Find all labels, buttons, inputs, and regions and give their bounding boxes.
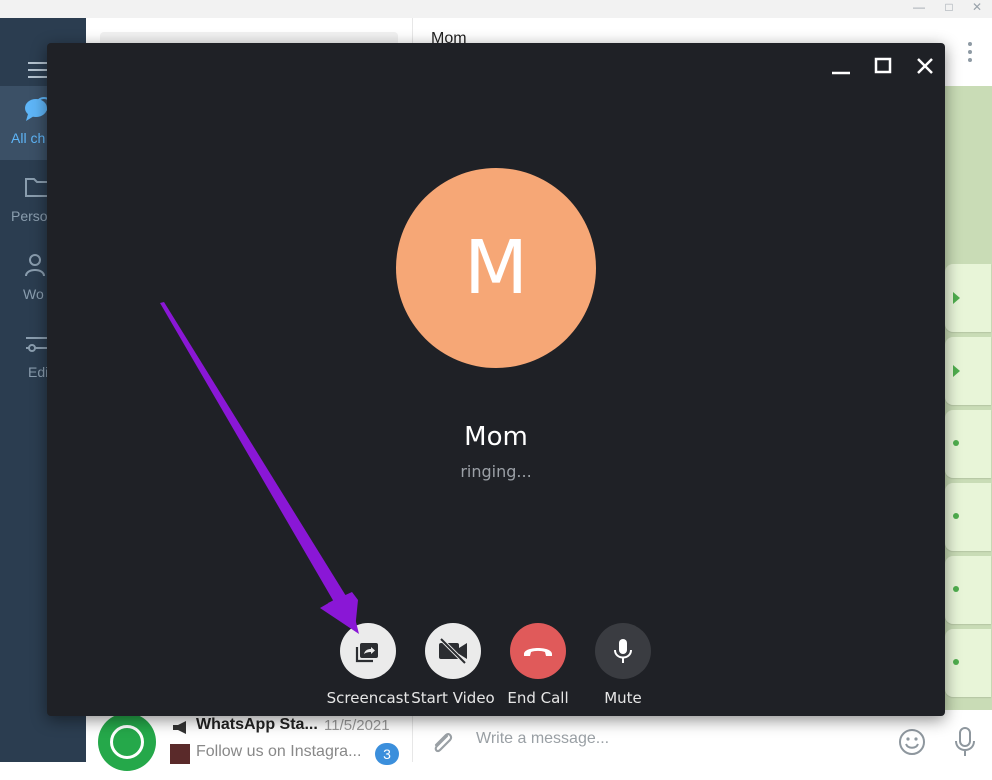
end-call-button[interactable] xyxy=(510,623,566,679)
mute-button[interactable] xyxy=(595,623,651,679)
mute-label: Mute xyxy=(604,689,642,707)
caller-avatar: M xyxy=(396,168,596,368)
screencast-icon xyxy=(355,643,378,663)
voice-message-icon[interactable] xyxy=(953,726,977,758)
call-status: ringing... xyxy=(460,462,532,481)
folder-label: All ch xyxy=(11,130,46,146)
chat-list-item[interactable]: WhatsApp Sta... 11/5/2021 Follow us on I… xyxy=(86,710,412,780)
message-bubble[interactable] xyxy=(945,410,991,478)
folder-label: Wo xyxy=(23,286,44,302)
app-minimize-icon[interactable]: — xyxy=(908,0,930,18)
hang-up-icon xyxy=(524,648,552,656)
app-maximize-icon[interactable]: □ xyxy=(938,0,960,18)
start-video-button[interactable] xyxy=(425,623,481,679)
maximize-icon[interactable] xyxy=(866,49,900,83)
app-close-icon[interactable]: ✕ xyxy=(966,0,988,18)
compose-bar: Write a message... xyxy=(413,710,992,780)
more-options-icon[interactable] xyxy=(968,42,972,66)
app-titlebar: — □ ✕ xyxy=(0,0,992,18)
emoji-icon[interactable] xyxy=(898,728,926,756)
call-window: M Mom ringing... Screencast Start Video … xyxy=(47,43,945,716)
message-bubble[interactable] xyxy=(945,629,991,697)
caller-name: Mom xyxy=(464,422,528,452)
folder-label: Perso xyxy=(11,208,48,224)
avatar-initial: M xyxy=(464,225,528,311)
message-bubble[interactable] xyxy=(945,483,991,551)
message-bubble[interactable] xyxy=(945,337,991,405)
close-icon[interactable] xyxy=(908,49,942,83)
message-bubble[interactable] xyxy=(945,556,991,624)
message-input[interactable]: Write a message... xyxy=(476,730,609,748)
attach-icon[interactable] xyxy=(429,728,455,758)
megaphone-icon xyxy=(173,721,186,734)
chat-preview: Follow us on Instagra... xyxy=(196,743,362,760)
video-off-icon xyxy=(439,637,467,665)
microphone-icon xyxy=(614,639,632,663)
minimize-icon[interactable] xyxy=(824,49,858,83)
message-bubble[interactable] xyxy=(945,264,991,332)
whatsapp-avatar xyxy=(98,713,156,771)
screencast-button[interactable] xyxy=(340,623,396,679)
chat-name: WhatsApp Sta... xyxy=(196,716,318,733)
preview-thumbnail xyxy=(170,744,190,764)
folder-label: Edi xyxy=(28,364,49,380)
chat-date: 11/5/2021 xyxy=(324,717,390,734)
